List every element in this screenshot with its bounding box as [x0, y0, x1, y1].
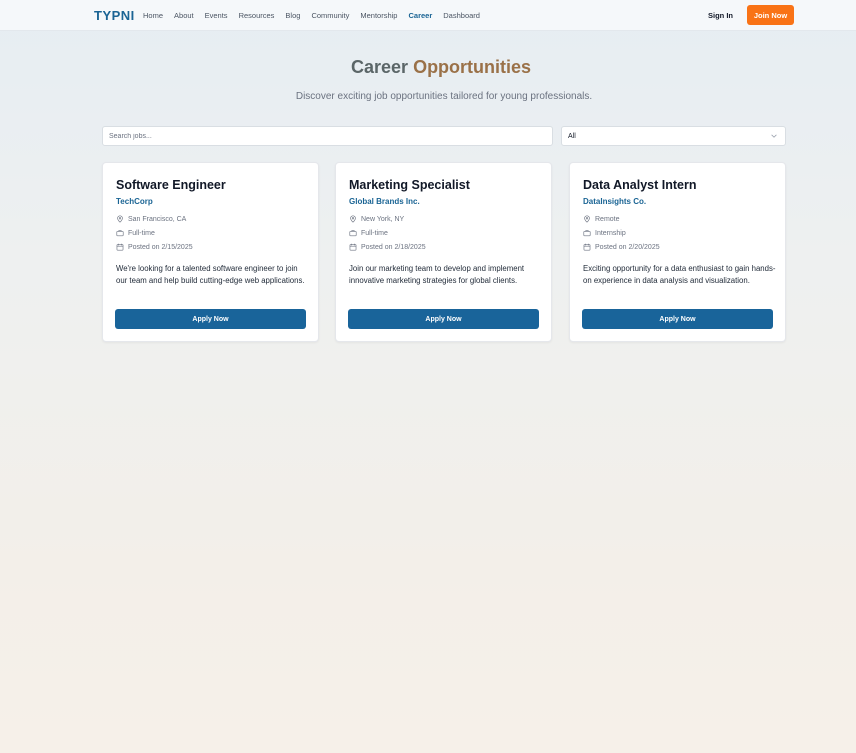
job-type: Internship: [583, 229, 626, 237]
job-posted: Posted on 2/15/2025: [116, 243, 193, 251]
map-pin-icon: [584, 215, 590, 223]
job-posted-text: Posted on 2/20/2025: [595, 243, 660, 251]
job-location: San Francisco, CA: [116, 215, 186, 223]
page-subtitle: Discover exciting job opportunities tail…: [295, 91, 593, 102]
job-location-text: San Francisco, CA: [128, 215, 187, 223]
apply-now-button[interactable]: Apply Now: [115, 309, 306, 329]
job-type-select-value: All: [568, 133, 576, 140]
job-posted-text: Posted on 2/15/2025: [128, 243, 193, 251]
job-type-select[interactable]: All: [561, 126, 786, 146]
nav-link-about[interactable]: About: [174, 11, 194, 20]
job-description: Exciting opportunity for a data enthusia…: [583, 264, 776, 285]
page-title-part1: Career: [351, 57, 409, 77]
sign-in-link[interactable]: Sign In: [708, 11, 733, 20]
job-title: Software Engineer: [116, 178, 226, 192]
job-location-text: Remote: [595, 215, 620, 223]
job-location: Remote: [583, 215, 620, 223]
calendar-icon: [583, 243, 591, 251]
job-title: Data Analyst Intern: [583, 178, 697, 192]
job-type-text: Full-time: [361, 229, 388, 237]
briefcase-icon: [349, 230, 357, 237]
briefcase-icon: [116, 230, 124, 237]
calendar-icon: [116, 243, 124, 251]
job-posted: Posted on 2/18/2025: [349, 243, 426, 251]
join-now-button[interactable]: Join Now: [747, 5, 794, 25]
navbar: TYPNI Home About Events Resources Blog C…: [0, 0, 856, 31]
nav-links: Home About Events Resources Blog Communi…: [143, 11, 491, 20]
job-description: Join our marketing team to develop and i…: [349, 264, 525, 285]
nav-link-career[interactable]: Career: [408, 11, 432, 20]
page-title: Career Opportunities: [351, 57, 531, 78]
job-type-text: Full-time: [128, 229, 155, 237]
job-company[interactable]: Global Brands Inc.: [349, 197, 420, 206]
chevron-down-icon: [771, 134, 777, 138]
nav-link-mentorship[interactable]: Mentorship: [360, 11, 397, 20]
job-type-text: Internship: [595, 229, 626, 237]
nav-link-community[interactable]: Community: [311, 11, 349, 20]
nav-link-blog[interactable]: Blog: [285, 11, 300, 20]
apply-now-button[interactable]: Apply Now: [582, 309, 773, 329]
nav-link-events[interactable]: Events: [205, 11, 228, 20]
apply-now-button[interactable]: Apply Now: [348, 309, 539, 329]
job-posted-text: Posted on 2/18/2025: [361, 243, 426, 251]
job-card: Software Engineer TechCorp San Francisco…: [102, 162, 319, 342]
job-company[interactable]: TechCorp: [116, 197, 153, 206]
map-pin-icon: [350, 215, 356, 223]
map-pin-icon: [117, 215, 123, 223]
job-title: Marketing Specialist: [349, 178, 470, 192]
calendar-icon: [349, 243, 357, 251]
nav-link-resources[interactable]: Resources: [239, 11, 275, 20]
job-company[interactable]: DataInsights Co.: [583, 197, 646, 206]
job-description: We're looking for a talented software en…: [116, 264, 305, 285]
job-posted: Posted on 2/20/2025: [583, 243, 660, 251]
nav-link-home[interactable]: Home: [143, 11, 163, 20]
job-card: Marketing Specialist Global Brands Inc. …: [335, 162, 552, 342]
search-jobs-input[interactable]: [102, 126, 553, 146]
job-card: Data Analyst Intern DataInsights Co. Rem…: [569, 162, 786, 342]
nav-link-dashboard[interactable]: Dashboard: [443, 11, 480, 20]
job-location-text: New York, NY: [361, 215, 405, 223]
job-type: Full-time: [116, 229, 155, 237]
logo[interactable]: TYPNI: [94, 8, 135, 23]
job-type: Full-time: [349, 229, 388, 237]
briefcase-icon: [583, 230, 591, 237]
page-title-part2: Opportunities: [413, 57, 532, 77]
job-location: New York, NY: [349, 215, 404, 223]
